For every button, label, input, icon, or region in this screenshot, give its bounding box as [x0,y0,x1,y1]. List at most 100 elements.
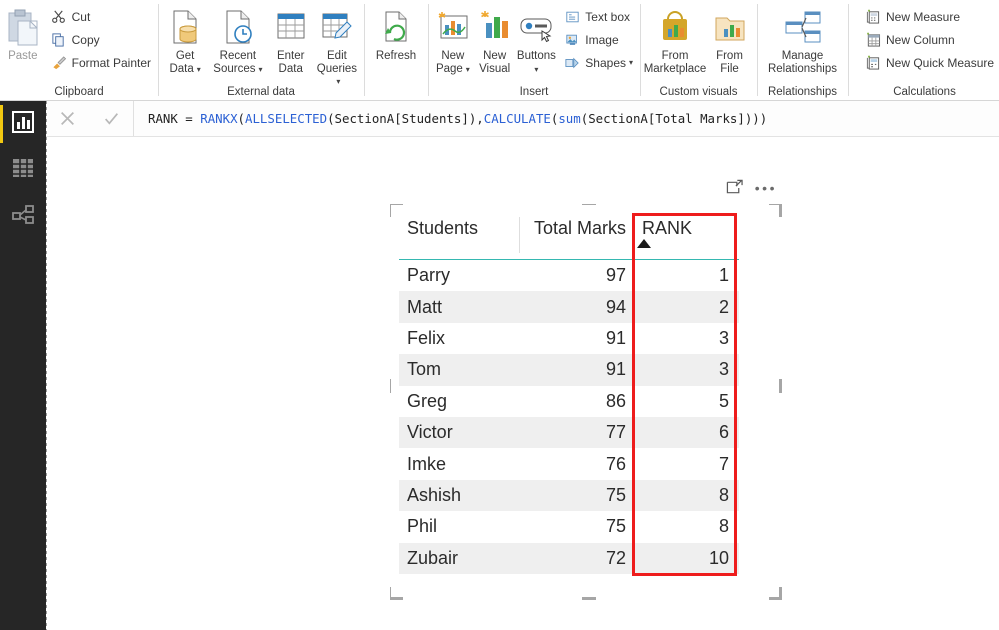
cell-rank: 3 [718,327,729,348]
table-visual[interactable]: Students Total Marks RANK Parry 97 1 Matt 94… [391,205,779,597]
new-column-button[interactable]: New Column [860,28,997,51]
copy-button[interactable]: Copy [46,28,154,51]
new-quick-measure-button[interactable]: New Quick Measure [860,51,997,74]
cell-total-marks: 86 [605,390,626,411]
cell-total-marks: 75 [605,516,626,537]
ribbon-group-insert: New Page ▾ New Visual Buttons ▾ Text box… [428,0,640,100]
text-box-button[interactable]: Text box [559,5,636,28]
cell-rank: 8 [718,516,729,537]
table-row[interactable]: Matt 94 2 [399,291,739,323]
formula-bar[interactable]: RANK = RANKX(ALLSELECTED(SectionA[Studen… [46,101,999,137]
table-visual-container[interactable]: ••• Students Total Marks RANK Parry 97 1… [390,179,782,600]
buttons-label: Buttons [516,50,556,62]
new-visual-button[interactable]: New Visual [474,3,516,75]
new-measure-button[interactable]: New Measure [860,5,997,28]
shapes-button[interactable]: Shapes ▾ [559,51,636,74]
buttons-icon [518,7,554,49]
cell-total-marks: 91 [605,327,626,348]
table-body: Parry 97 1 Matt 94 2 Felix 91 3 Tom 91 3 Greg 86 5 Vict… [399,260,739,574]
chevron-down-icon[interactable]: ▾ [629,58,633,67]
edit-queries-label-line1: Edit [327,50,347,62]
ribbon-group-label-clipboard: Clipboard [54,86,104,98]
table-row[interactable]: Felix 91 3 [399,323,739,354]
new-page-label-line1: New [441,50,465,62]
from-file-label-line2: File [720,62,739,75]
new-page-button[interactable]: New Page ▾ [432,3,474,75]
new-visual-label-line2: Visual [479,62,511,75]
enter-data-button[interactable]: Enter Data [268,3,314,75]
table-row[interactable]: Greg 86 5 [399,386,739,417]
cell-total-marks: 91 [605,359,626,380]
cell-total-marks: 72 [605,547,626,568]
chevron-down-icon[interactable]: ▾ [258,65,262,74]
chevron-down-icon[interactable]: ▾ [466,65,470,74]
data-table: Students Total Marks RANK Parry 97 1 Matt 94… [399,213,739,576]
cell-rank: 5 [718,390,729,411]
new-column-label: New Column [886,32,955,47]
paste-button[interactable]: Paste [4,3,42,63]
chevron-down-icon[interactable]: ▾ [336,78,340,86]
dax-function-token: ALLSELECTED [245,111,328,126]
ribbon: Paste Cut Copy Format Painter Clipboard … [0,0,999,101]
format-painter-button[interactable]: Format Painter [46,51,154,74]
cell-students: Matt [407,296,443,317]
confirm-icon[interactable] [90,101,134,136]
new-quick-measure-label: New Quick Measure [886,55,995,70]
image-button[interactable]: Image [559,28,636,51]
cut-button[interactable]: Cut [46,5,154,28]
from-marketplace-button[interactable]: From Marketplace [644,3,706,75]
cell-students: Ashish [407,484,462,505]
sidebar-item-report-view[interactable] [0,101,46,147]
cut-label: Cut [71,9,91,24]
table-row[interactable]: Tom 91 3 [399,354,739,386]
cell-rank: 8 [718,484,729,505]
recent-sources-label-line2: Sources [213,62,256,75]
buttons-button[interactable]: Buttons ▾ [516,3,558,75]
table-row[interactable]: Victor 77 6 [399,416,739,449]
manage-relationships-button[interactable]: Manage Relationships [761,3,844,75]
cancel-icon[interactable] [46,101,90,136]
text-box-label: Text box [585,9,630,24]
more-options-icon[interactable]: ••• [755,181,777,195]
sidebar-item-model-view[interactable] [0,193,46,239]
dax-text-token: ( [237,111,246,126]
table-row[interactable]: Imke 76 7 [399,448,739,479]
chevron-down-icon[interactable]: ▾ [534,65,538,74]
ribbon-group-label-insert: Insert [519,86,549,98]
cell-students: Parry [407,265,451,286]
column-header-total-marks[interactable]: Total Marks [519,213,634,239]
cell-students: Tom [407,359,442,380]
edit-queries-icon [320,7,354,49]
table-row[interactable]: Ashish 75 8 [399,479,739,512]
paste-label: Paste [8,50,38,62]
from-file-label-line1: From [716,50,743,62]
recent-sources-button[interactable]: Recent Sources ▾ [208,3,267,75]
from-file-button[interactable]: From File [706,3,753,75]
shapes-icon [562,56,582,70]
ribbon-group-external-data: Get Data ▾ Recent Sources ▾ Enter Data E… [158,0,364,100]
column-header-rank[interactable]: RANK [634,213,739,239]
relationships-icon [11,202,35,231]
shapes-label: Shapes [585,55,626,70]
edit-queries-button[interactable]: Edit Queries ▾ [314,3,360,88]
refresh-button[interactable]: Refresh [368,3,424,63]
report-canvas[interactable]: ••• Students Total Marks RANK Parry 97 1… [46,101,999,630]
table-row[interactable]: Phil 75 8 [399,511,739,542]
chevron-down-icon[interactable]: ▾ [197,65,201,74]
formula-input[interactable]: RANK = RANKX(ALLSELECTED(SectionA[Studen… [134,111,767,126]
enter-data-icon [274,7,308,49]
new-page-label-line2: Page [435,62,463,75]
column-header-students[interactable]: Students [399,213,519,239]
get-data-button[interactable]: Get Data ▾ [162,3,208,75]
marketplace-icon [657,7,693,49]
cell-students: Felix [407,327,446,348]
ribbon-group-label-custom-visuals: Custom visuals [659,86,738,98]
header-divider-2 [634,217,635,253]
formula-expression: RANKX(ALLSELECTED(SectionA[Students]),CA… [200,111,767,126]
cell-students: Imke [407,453,447,474]
view-switcher-sidebar [0,101,46,630]
table-row[interactable]: Parry 97 1 [399,260,739,291]
focus-mode-icon[interactable] [726,179,743,196]
sidebar-item-data-view[interactable] [0,147,46,193]
table-row[interactable]: Zubair 72 10 [399,542,739,574]
